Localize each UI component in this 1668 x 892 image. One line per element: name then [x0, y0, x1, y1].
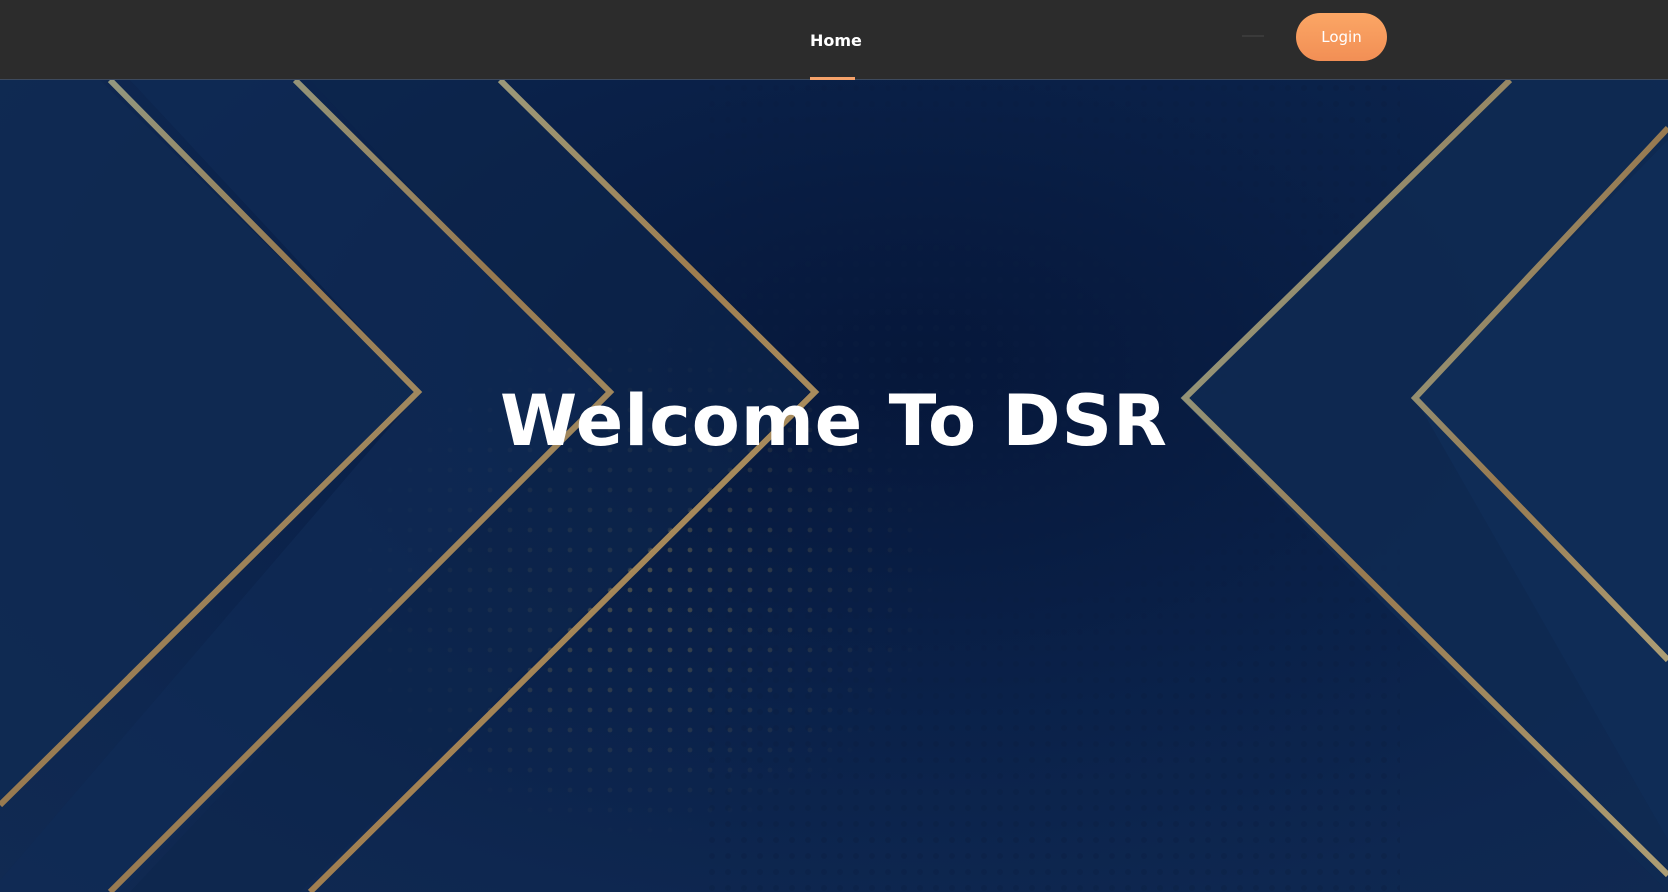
- hero-title: Welcome To DSR: [500, 380, 1168, 462]
- top-navbar: Home Login: [0, 0, 1668, 80]
- nav-link-home[interactable]: Home: [810, 0, 862, 80]
- hero-banner: Welcome To DSR: [0, 80, 1668, 892]
- login-button[interactable]: Login: [1296, 13, 1387, 61]
- hero-background-graphic: [0, 80, 1668, 892]
- nav-divider: [1242, 35, 1264, 37]
